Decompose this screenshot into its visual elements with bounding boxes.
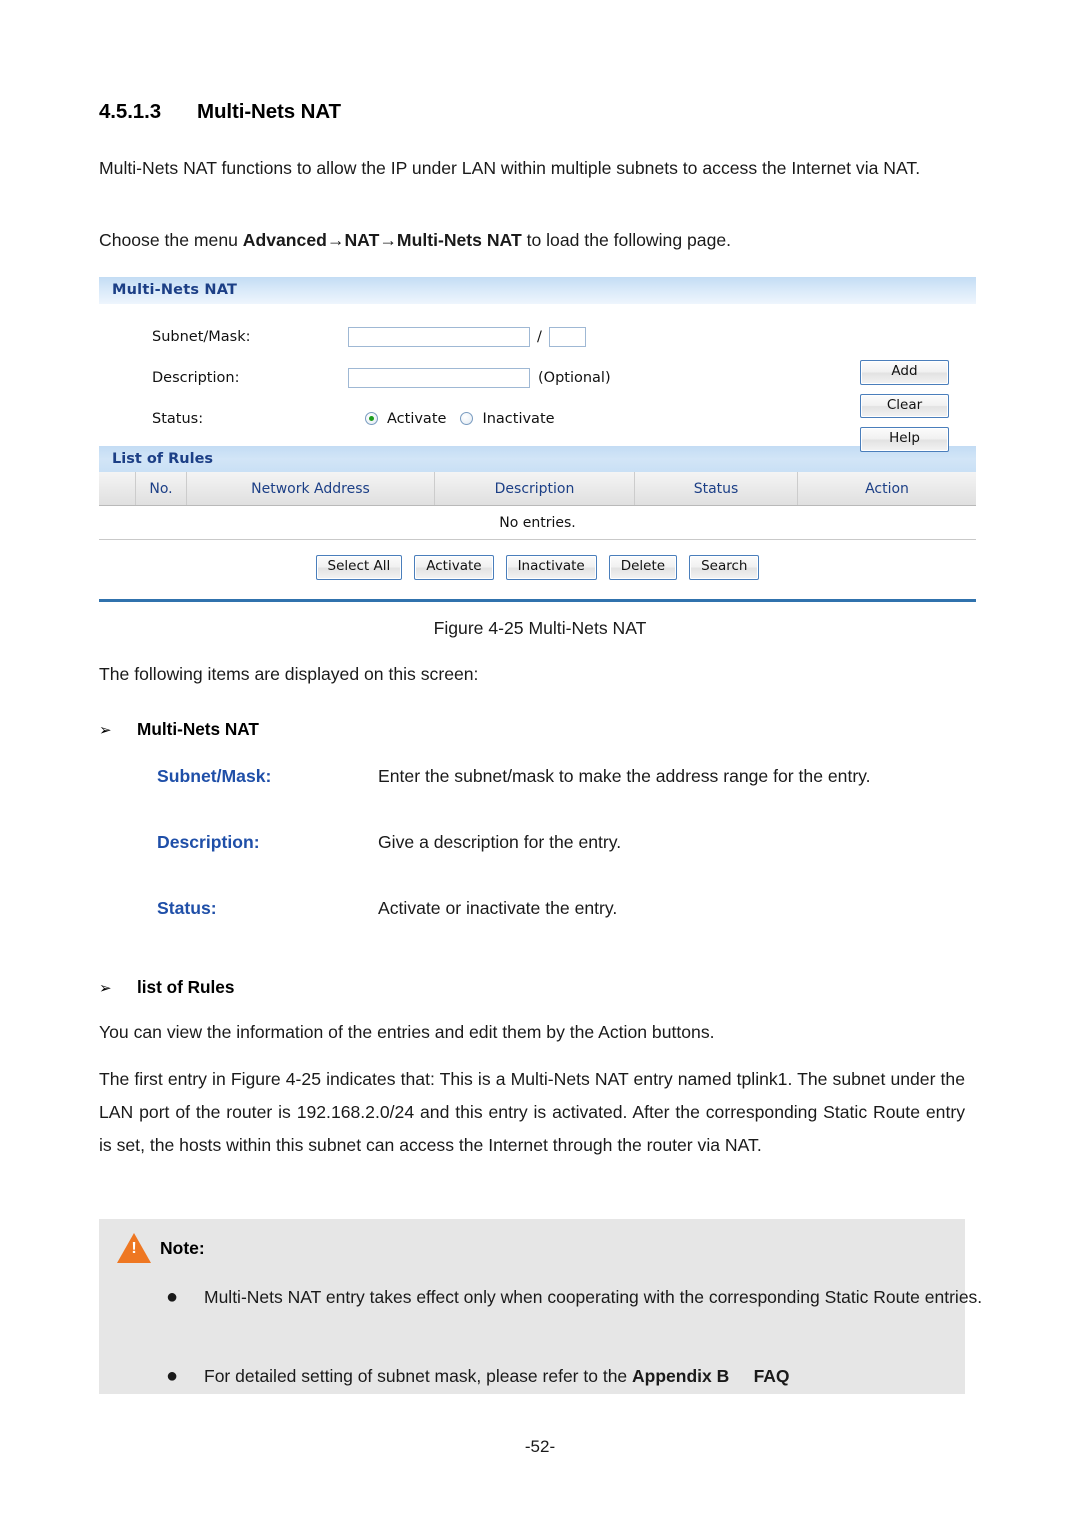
intro-paragraph-2: Choose the menu Advanced→NAT→Multi-Nets … [99,224,965,257]
status-radio-inactivate[interactable]: Inactivate [460,411,568,427]
warning-triangle-icon [117,1233,151,1263]
mask-input[interactable] [548,326,586,347]
select-all-button[interactable]: Select All [315,555,403,580]
note-item-1-text: Multi-Nets NAT entry takes effect only w… [204,1287,983,1307]
items-intro-text: The following items are displayed on thi… [99,664,479,684]
menu-nat: NAT [344,230,380,250]
note-item-1: ● Multi-Nets NAT entry takes effect only … [166,1281,1054,1314]
description-input[interactable] [348,367,530,388]
note-title-label: Note: [160,1237,205,1258]
column-checkbox [99,472,136,506]
description-row: Description: (Optional) [99,357,976,398]
note-item-2: ● For detailed setting of subnet mask, pl… [166,1360,1054,1393]
menu-advanced: Advanced [242,230,327,250]
radio-activate-label: Activate [387,410,447,427]
menu-arrow-2: → [379,230,397,250]
definition-status: Status: Activate or inactivate the entry. [157,898,967,919]
menu-arrow-1: → [326,230,345,250]
help-button[interactable]: Help [860,427,949,452]
activate-button[interactable]: Activate [414,555,494,580]
group-multi-nets-nat: ➢ Multi-Nets NAT [99,719,259,740]
note-bullet-icon-1: ● [166,1286,179,1308]
definition-subnet-mask: Subnet/Mask: Enter the subnet/mask to mak… [157,766,967,787]
search-button[interactable]: Search [689,555,760,580]
column-status: Status [634,472,798,506]
subnet-mask-separator: / [537,328,542,345]
status-radio-activate[interactable]: Activate [365,411,460,427]
column-network-address: Network Address [186,472,435,506]
note-box: Note: ● Multi-Nets NAT entry takes effect… [99,1219,982,1394]
panel-form-body: Subnet/Mask: / Description: (Optional) S… [99,304,976,452]
definition-desc-status: Activate or inactivate the entry. [378,898,618,918]
rules-table: No. Network Address Description Status A… [99,472,976,540]
inactivate-button[interactable]: Inactivate [505,555,597,580]
column-action: Action [797,472,976,506]
subnet-input[interactable] [348,326,530,347]
section-title: Multi-Nets NAT [197,100,341,123]
definition-term-subnet-mask: Subnet/Mask: [157,766,272,786]
multi-nets-nat-panel: Multi-Nets NAT Subnet/Mask: / Descriptio… [99,277,976,602]
column-no: No. [135,472,187,506]
note-title: Note: [117,1233,205,1263]
page-title: 4.5.1.3 Multi-Nets NAT [99,100,341,124]
note-item-2-gap [729,1366,753,1386]
table-header-row: No. Network Address Description Status A… [99,472,976,506]
description-label: Description: [152,369,240,386]
body-paragraph-3: You can view the information of the entr… [99,1022,715,1042]
group-list-of-rules-label: list of Rules [137,977,235,997]
arrow-bullet-icon: ➢ [99,722,112,739]
menu-multi-nets-nat: Multi-Nets NAT [396,230,522,250]
radio-inactivate-icon[interactable] [460,412,474,425]
document-page: 4.5.1.3 Multi-Nets NAT Multi-Nets NAT fun… [0,0,1080,1527]
definition-description: Description: Give a description for the e… [157,832,967,853]
add-button[interactable]: Add [860,360,949,385]
menu-path-suffix: to load the following page. [521,230,732,250]
menu-path-prefix: Choose the menu [99,230,243,250]
definition-desc-description: Give a description for the entry. [378,832,622,852]
panel-header: Multi-Nets NAT [99,277,976,304]
status-label: Status: [152,410,204,427]
description-optional-hint: (Optional) [538,369,611,386]
clear-button[interactable]: Clear [860,393,949,419]
note-item-2-faq: FAQ [753,1366,790,1386]
table-empty-row: No entries. [99,505,976,540]
figure-caption: Figure 4-25 Multi-Nets NAT [433,618,647,638]
radio-inactivate-label: Inactivate [482,410,555,427]
group-multi-nets-nat-label: Multi-Nets NAT [137,719,259,739]
page-footer: -52- [524,1437,556,1456]
group-list-of-rules: ➢ list of Rules [99,977,234,998]
arrow-bullet-icon-2: ➢ [99,980,112,997]
definition-term-description: Description: [157,832,260,852]
panel-side-buttons: Add Clear Help [860,360,949,452]
delete-button[interactable]: Delete [608,555,678,580]
intro-paragraph-1: Multi-Nets NAT functions to allow the IP… [99,158,921,178]
section-number: 4.5.1.3 [99,100,161,123]
status-row: Status: Activate Inactivate [99,398,976,439]
note-item-2-appendix: Appendix B [632,1366,730,1386]
no-entries-text: No entries. [99,505,976,540]
radio-activate-icon[interactable] [365,412,378,425]
column-description: Description [434,472,635,506]
body-paragraph-4: The first entry in Figure 4-25 indicates… [99,1069,965,1155]
subnet-mask-label: Subnet/Mask: [152,328,251,345]
note-bullet-icon-2: ● [166,1365,179,1387]
definition-desc-subnet-mask: Enter the subnet/mask to make the addres… [378,766,871,786]
subnet-mask-row: Subnet/Mask: / [99,316,976,357]
rules-action-buttons: Select All Activate Inactivate Delete Se… [99,540,976,599]
note-item-2-prefix: For detailed setting of subnet mask, ple… [204,1366,633,1386]
definition-term-status: Status: [157,898,217,918]
list-of-rules-header: List of Rules [99,446,976,472]
